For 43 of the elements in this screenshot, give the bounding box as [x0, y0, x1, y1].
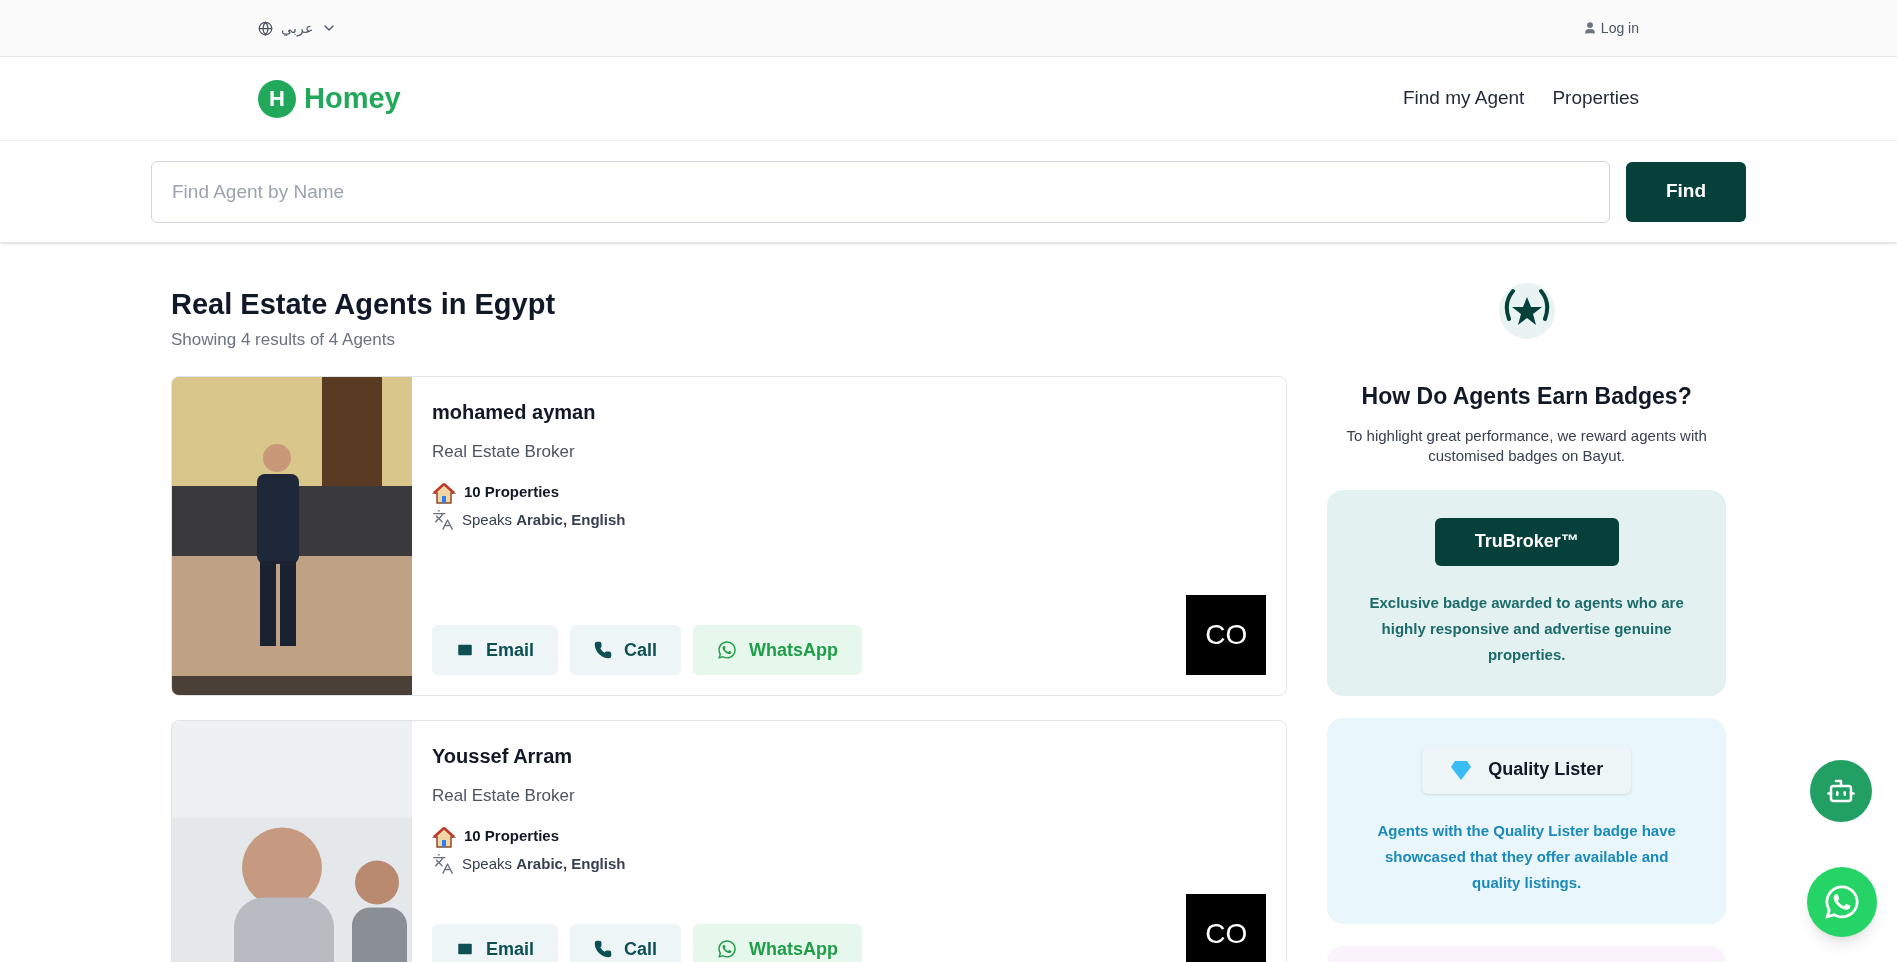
agent-name[interactable]: Youssef Arram	[432, 741, 1267, 771]
agency-logo: CO	[1186, 894, 1267, 962]
badges-title: How Do Agents Earn Badges?	[1360, 382, 1693, 411]
globe-icon	[258, 20, 273, 36]
phone-icon	[594, 940, 613, 958]
login-link[interactable]: Log in	[1582, 17, 1639, 39]
agent-name[interactable]: mohamed ayman	[432, 397, 1267, 427]
badges-description: To highlight great performance, we reward agents with customised badges on Bayut.	[1345, 425, 1708, 466]
languages-text: Speaks Arabic, English	[462, 509, 626, 530]
search-field[interactable]: Find Agent by Name	[151, 160, 1610, 223]
user-icon	[1582, 21, 1597, 35]
nav-link[interactable]: Find my Agent	[1402, 84, 1525, 113]
agent-role: Real Estate Broker	[432, 441, 576, 463]
whatsapp-icon	[717, 640, 738, 660]
agent-role: Real Estate Broker	[432, 785, 576, 807]
results-count: Showing 4 results of 4 Agents	[171, 328, 396, 351]
language-icon	[432, 508, 454, 531]
language-selector[interactable]: عربي	[258, 17, 337, 39]
email-button[interactable]: Email	[432, 924, 559, 962]
brand-name: Homey	[304, 80, 401, 116]
agency-logo: CO	[1186, 595, 1267, 675]
properties-count: 10 Properties	[464, 482, 560, 503]
whatsapp-icon	[1823, 883, 1861, 921]
language-icon	[432, 852, 454, 875]
find-button[interactable]: Find	[1626, 161, 1746, 222]
nav-link[interactable]: Properties	[1552, 84, 1639, 113]
properties-count: 10 Properties	[464, 826, 560, 847]
logo-badge: H	[258, 79, 296, 118]
badge-description: Agents with the Quality Lister badge have showcased that they offer available and quality listings.	[1376, 820, 1677, 893]
house-icon	[432, 480, 456, 505]
languages-text: Speaks Arabic, English	[462, 853, 626, 874]
whatsapp-float-button[interactable]	[1807, 867, 1877, 937]
call-button[interactable]: Call	[570, 625, 682, 675]
email-button[interactable]: Email	[432, 625, 559, 675]
phone-icon	[594, 641, 613, 659]
house-icon	[432, 824, 456, 849]
whatsapp-icon	[717, 939, 738, 959]
diamond-icon	[1450, 758, 1473, 781]
page-title: Real Estate Agents in Egypt	[171, 287, 557, 322]
quality-lister-badge: Quality Lister	[1422, 745, 1632, 794]
call-button[interactable]: Call	[570, 924, 682, 962]
badge-description: Exclusive badge awarded to agents who are highly responsive and advertise genuine properties.	[1368, 592, 1685, 665]
trubroker-badge: TruBroker™	[1434, 517, 1619, 566]
